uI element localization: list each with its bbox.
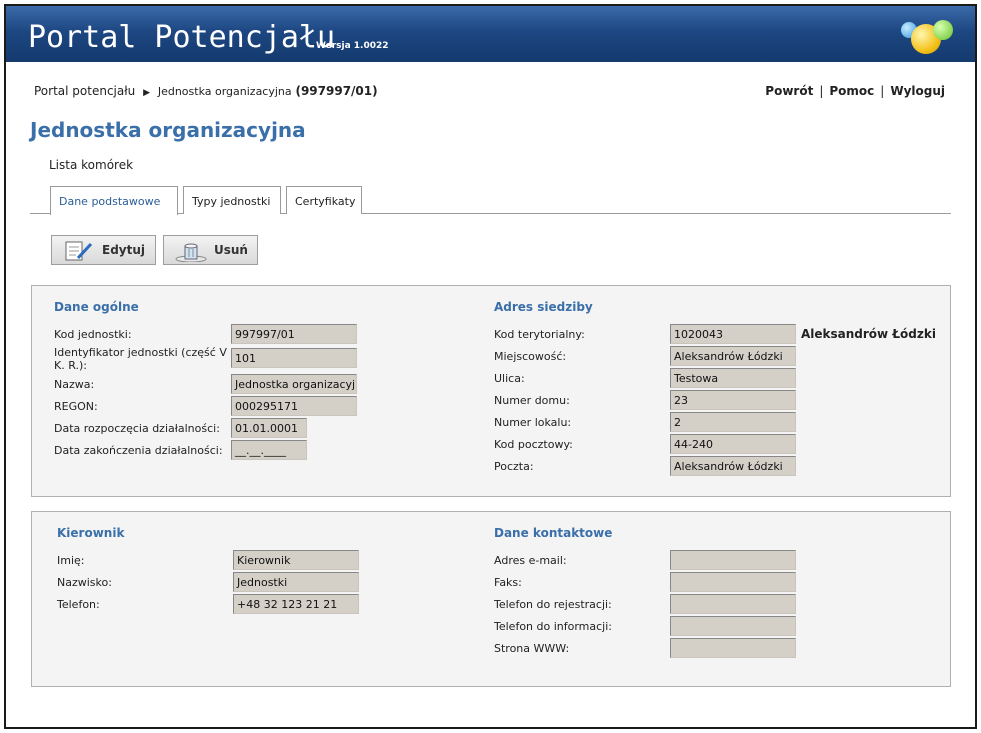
app-version: Wersja 1.0022 bbox=[316, 41, 389, 51]
delete-button-label: Usuń bbox=[214, 243, 248, 257]
regon-field[interactable]: 000295171 bbox=[231, 396, 357, 416]
post-office-field[interactable]: Aleksandrów Łódzki bbox=[670, 456, 796, 476]
unit-code-label: Kod jednostki: bbox=[54, 328, 132, 341]
tab-unit-types[interactable]: Typy jednostki bbox=[183, 186, 281, 214]
tab-certificates[interactable]: Certyfikaty bbox=[286, 186, 362, 214]
tab-basic-data[interactable]: Dane podstawowe bbox=[50, 186, 178, 215]
portal-logo bbox=[893, 14, 963, 58]
house-number-field[interactable]: 23 bbox=[670, 390, 796, 410]
apartment-number-label: Numer lokalu: bbox=[494, 416, 572, 429]
address-heading: Adres siedziby bbox=[494, 300, 593, 314]
breadcrumb-current: Jednostka organizacyjna bbox=[157, 85, 292, 98]
fax-label: Faks: bbox=[494, 576, 522, 589]
list-cells-link[interactable]: Lista komórek bbox=[49, 158, 133, 172]
registration-phone-label: Telefon do rejestracji: bbox=[494, 598, 612, 611]
fax-field[interactable] bbox=[670, 572, 796, 592]
end-date-label: Data zakończenia działalności: bbox=[54, 444, 223, 457]
registration-phone-field[interactable] bbox=[670, 594, 796, 614]
breadcrumb: Portal potencjału ▶ Jednostka organizacy… bbox=[34, 84, 378, 98]
logo-green-ball bbox=[933, 20, 953, 40]
link-separator: | bbox=[880, 84, 885, 98]
top-links: Powrót | Pomoc | Wyloguj bbox=[765, 84, 945, 98]
help-link[interactable]: Pomoc bbox=[829, 84, 874, 98]
edit-document-icon bbox=[65, 241, 93, 261]
info-phone-label: Telefon do informacji: bbox=[494, 620, 613, 633]
first-name-field[interactable]: Kierownik bbox=[233, 550, 359, 570]
phone-field[interactable]: +48 32 123 21 21 bbox=[233, 594, 359, 614]
delete-button[interactable]: Usuń bbox=[163, 235, 258, 265]
edit-button-label: Edytuj bbox=[102, 243, 146, 257]
locality-field[interactable]: Aleksandrów Łódzki bbox=[670, 346, 796, 366]
postal-code-label: Kod pocztowy: bbox=[494, 438, 573, 451]
name-label: Nazwa: bbox=[54, 378, 95, 391]
street-label: Ulica: bbox=[494, 372, 525, 385]
tab-bar: Dane podstawowe Typy jednostki Certyfika… bbox=[30, 186, 951, 215]
back-link[interactable]: Powrót bbox=[765, 84, 813, 98]
apartment-number-field[interactable]: 2 bbox=[670, 412, 796, 432]
email-field[interactable] bbox=[670, 550, 796, 570]
app-title: Portal Potencjału bbox=[28, 20, 336, 55]
post-office-label: Poczta: bbox=[494, 460, 534, 473]
last-name-label: Nazwisko: bbox=[57, 576, 112, 589]
first-name-label: Imię: bbox=[57, 554, 85, 567]
end-date-field[interactable]: __.__.____ bbox=[231, 440, 307, 460]
start-date-label: Data rozpoczęcia działalności: bbox=[54, 422, 220, 435]
app-header: Portal Potencjału Wersja 1.0022 bbox=[6, 6, 975, 62]
manager-contact-panel: Kierownik Imię: Kierownik Nazwisko: Jedn… bbox=[31, 511, 951, 687]
start-date-field[interactable]: 01.01.0001 bbox=[231, 418, 307, 438]
breadcrumb-root-link[interactable]: Portal potencjału bbox=[34, 84, 135, 98]
breadcrumb-unit-number: (997997/01) bbox=[295, 84, 378, 98]
house-number-label: Numer domu: bbox=[494, 394, 570, 407]
manager-heading: Kierownik bbox=[57, 526, 125, 540]
unit-code-field[interactable]: 997997/01 bbox=[231, 324, 357, 344]
triangle-right-icon: ▶ bbox=[143, 88, 150, 98]
trash-icon bbox=[175, 243, 207, 262]
website-label: Strona WWW: bbox=[494, 642, 570, 655]
unit-identifier-label: Identyfikator jednostki (część V K. R.): bbox=[54, 346, 227, 372]
unit-identifier-field[interactable]: 101 bbox=[231, 348, 357, 368]
email-label: Adres e-mail: bbox=[494, 554, 567, 567]
territorial-code-label: Kod terytorialny: bbox=[494, 328, 585, 341]
logout-link[interactable]: Wyloguj bbox=[890, 84, 945, 98]
app-window: Portal Potencjału Wersja 1.0022 Portal p… bbox=[4, 4, 977, 729]
street-field[interactable]: Testowa bbox=[670, 368, 796, 388]
territorial-code-field[interactable]: 1020043 bbox=[670, 324, 796, 344]
page-title: Jednostka organizacyjna bbox=[30, 118, 306, 142]
basic-info-panel: Dane ogólne Kod jednostki: 997997/01 Ide… bbox=[31, 285, 951, 497]
contact-heading: Dane kontaktowe bbox=[494, 526, 613, 540]
info-phone-field[interactable] bbox=[670, 616, 796, 636]
link-separator: | bbox=[819, 84, 824, 98]
phone-label: Telefon: bbox=[57, 598, 100, 611]
postal-code-field[interactable]: 44-240 bbox=[670, 434, 796, 454]
general-data-heading: Dane ogólne bbox=[54, 300, 139, 314]
regon-label: REGON: bbox=[54, 400, 98, 413]
locality-label: Miejscowość: bbox=[494, 350, 567, 363]
name-field[interactable]: Jednostka organizacyj bbox=[231, 374, 357, 394]
website-field[interactable] bbox=[670, 638, 796, 658]
territory-name: Aleksandrów Łódzki bbox=[801, 327, 936, 341]
edit-button[interactable]: Edytuj bbox=[51, 235, 156, 265]
last-name-field[interactable]: Jednostki bbox=[233, 572, 359, 592]
